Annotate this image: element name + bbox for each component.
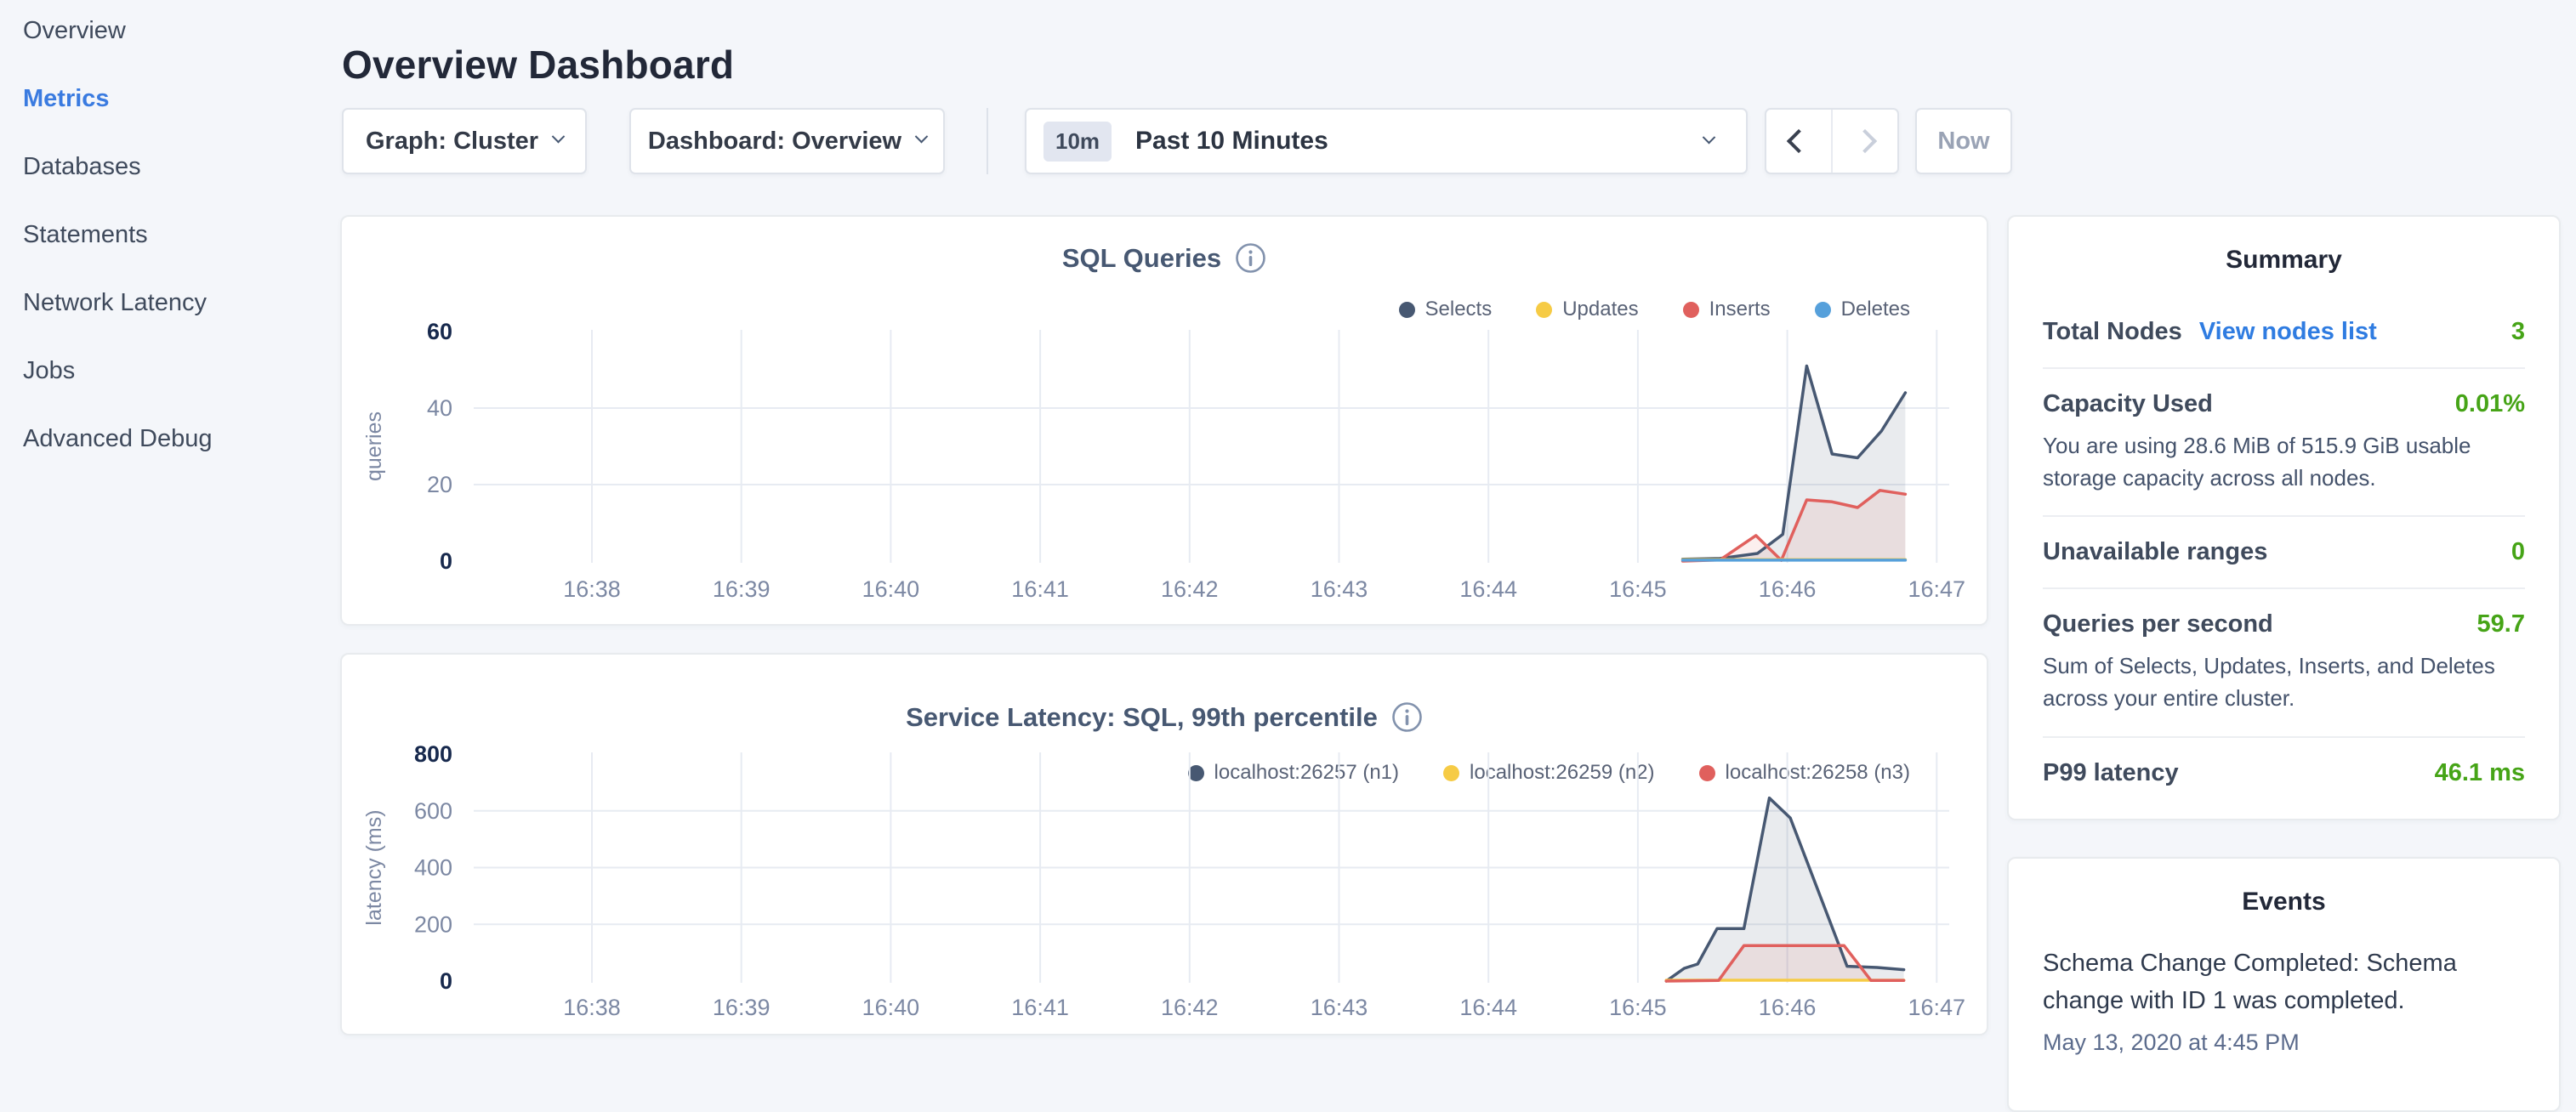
time-range-badge: 10m — [1043, 122, 1112, 162]
controls-divider — [987, 108, 988, 174]
time-range-selector[interactable]: 10m Past 10 Minutes — [1025, 108, 1748, 174]
svg-text:16:38: 16:38 — [563, 576, 621, 602]
summary-value: 0 — [2511, 538, 2525, 566]
sidebar-item-jobs[interactable]: Jobs — [23, 337, 312, 405]
now-button[interactable]: Now — [1915, 108, 2012, 174]
svg-text:16:45: 16:45 — [1609, 576, 1667, 602]
event-item: Schema Change Completed: Schema change w… — [2043, 945, 2525, 1056]
page-title: Overview Dashboard — [342, 42, 734, 88]
summary-value: 46.1 ms — [2435, 759, 2525, 787]
sidebar-item-overview[interactable]: Overview — [23, 0, 312, 65]
svg-text:16:39: 16:39 — [713, 576, 771, 602]
svg-text:16:43: 16:43 — [1311, 995, 1368, 1020]
event-timestamp: May 13, 2020 at 4:45 PM — [2043, 1030, 2525, 1056]
sidebar-item-advanced-debug[interactable]: Advanced Debug — [23, 405, 312, 473]
events-title: Events — [2009, 888, 2559, 916]
chevron-down-icon — [552, 129, 566, 143]
chevron-down-icon — [915, 129, 929, 143]
svg-text:16:46: 16:46 — [1759, 995, 1817, 1020]
summary-subtext: You are using 28.6 MiB of 515.9 GiB usab… — [2043, 430, 2525, 494]
sql-queries-card: SQL Queries SelectsUpdatesInsertsDeletes… — [340, 215, 1988, 626]
svg-text:16:40: 16:40 — [862, 995, 920, 1020]
chevron-down-icon — [1703, 130, 1716, 144]
svg-text:0: 0 — [440, 968, 452, 994]
summary-value: 59.7 — [2477, 610, 2525, 638]
sidebar-item-statements[interactable]: Statements — [23, 201, 312, 269]
next-time-button[interactable] — [1833, 110, 1897, 173]
service-latency-card: Service Latency: SQL, 99th percentile lo… — [340, 653, 1988, 1035]
dashboard-dropdown-label: Dashboard: Overview — [648, 128, 901, 156]
svg-text:16:41: 16:41 — [1011, 576, 1069, 602]
summary-row-top: Queries per second 59.7 — [2043, 610, 2525, 638]
summary-title: Summary — [2009, 246, 2559, 275]
svg-text:16:47: 16:47 — [1908, 576, 1966, 602]
graph-dropdown-label: Graph: Cluster — [366, 128, 538, 156]
summary-label: Queries per second — [2043, 610, 2273, 638]
svg-text:16:45: 16:45 — [1609, 995, 1667, 1020]
event-text: Schema Change Completed: Schema change w… — [2043, 945, 2525, 1019]
summary-row-capacity-used: Capacity Used 0.01% You are using 28.6 MiB… — [2043, 369, 2525, 517]
svg-text:0: 0 — [440, 548, 452, 574]
svg-text:16:40: 16:40 — [862, 576, 920, 602]
svg-text:800: 800 — [414, 741, 452, 767]
summary-row-total-nodes: Total Nodes View nodes list 3 — [2043, 297, 2525, 369]
svg-text:16:46: 16:46 — [1759, 576, 1817, 602]
svg-text:16:41: 16:41 — [1011, 995, 1069, 1020]
prev-time-button[interactable] — [1766, 110, 1833, 173]
sql-queries-chart[interactable]: 16:38 16:39 16:40 16:41 16:42 16:43 16:44 16:45… — [342, 217, 1990, 627]
graph-dropdown[interactable]: Graph: Cluster — [342, 108, 587, 174]
svg-text:16:38: 16:38 — [563, 995, 621, 1020]
svg-text:200: 200 — [414, 911, 452, 937]
summary-row-top: P99 latency 46.1 ms — [2043, 759, 2525, 787]
svg-text:queries: queries — [362, 411, 386, 481]
view-nodes-list-link[interactable]: View nodes list — [2199, 318, 2377, 346]
summary-value: 3 — [2511, 318, 2525, 346]
summary-panel: Summary Total Nodes View nodes list 3 Capac… — [2007, 215, 2561, 820]
summary-label: Capacity Used — [2043, 390, 2213, 418]
time-step-buttons — [1765, 108, 1899, 174]
svg-text:40: 40 — [427, 395, 452, 421]
svg-text:16:42: 16:42 — [1161, 576, 1219, 602]
service-latency-chart[interactable]: 16:38 16:39 16:40 16:41 16:42 16:43 16:44 16:45… — [342, 655, 1990, 1037]
chevron-left-icon — [1787, 129, 1811, 153]
summary-row-p99-latency: P99 latency 46.1 ms — [2043, 738, 2525, 808]
svg-text:16:39: 16:39 — [713, 995, 771, 1020]
summary-row-top: Total Nodes View nodes list 3 — [2043, 318, 2525, 346]
summary-row-top: Unavailable ranges 0 — [2043, 538, 2525, 566]
svg-text:16:44: 16:44 — [1459, 576, 1517, 602]
svg-text:400: 400 — [414, 855, 452, 881]
summary-value: 0.01% — [2455, 390, 2525, 418]
events-panel: Events Schema Change Completed: Schema c… — [2007, 857, 2561, 1112]
summary-label: Total Nodes — [2043, 318, 2182, 346]
sidebar-item-network-latency[interactable]: Network Latency — [23, 269, 312, 337]
svg-text:16:42: 16:42 — [1161, 995, 1219, 1020]
svg-text:60: 60 — [427, 319, 452, 344]
summary-subtext: Sum of Selects, Updates, Inserts, and De… — [2043, 650, 2525, 714]
svg-text:16:44: 16:44 — [1459, 995, 1517, 1020]
sidebar-item-databases[interactable]: Databases — [23, 133, 312, 201]
svg-text:latency (ms): latency (ms) — [362, 809, 386, 925]
time-range-label: Past 10 Minutes — [1135, 127, 1328, 156]
sidebar-item-metrics[interactable]: Metrics — [23, 65, 312, 133]
svg-text:20: 20 — [427, 472, 452, 497]
chevron-right-icon — [1853, 129, 1877, 153]
summary-label: Unavailable ranges — [2043, 538, 2267, 566]
svg-text:16:47: 16:47 — [1908, 995, 1966, 1020]
svg-text:600: 600 — [414, 798, 452, 824]
summary-row-unavailable-ranges: Unavailable ranges 0 — [2043, 517, 2525, 589]
svg-text:16:43: 16:43 — [1311, 576, 1368, 602]
summary-row-queries-per-second: Queries per second 59.7 Sum of Selects, Up… — [2043, 589, 2525, 737]
summary-row-top: Capacity Used 0.01% — [2043, 390, 2525, 418]
dashboard-dropdown[interactable]: Dashboard: Overview — [629, 108, 945, 174]
now-button-label: Now — [1937, 128, 1989, 156]
summary-label: P99 latency — [2043, 759, 2179, 787]
sidebar: OverviewMetricsDatabasesStatementsNetwor… — [23, 0, 312, 473]
